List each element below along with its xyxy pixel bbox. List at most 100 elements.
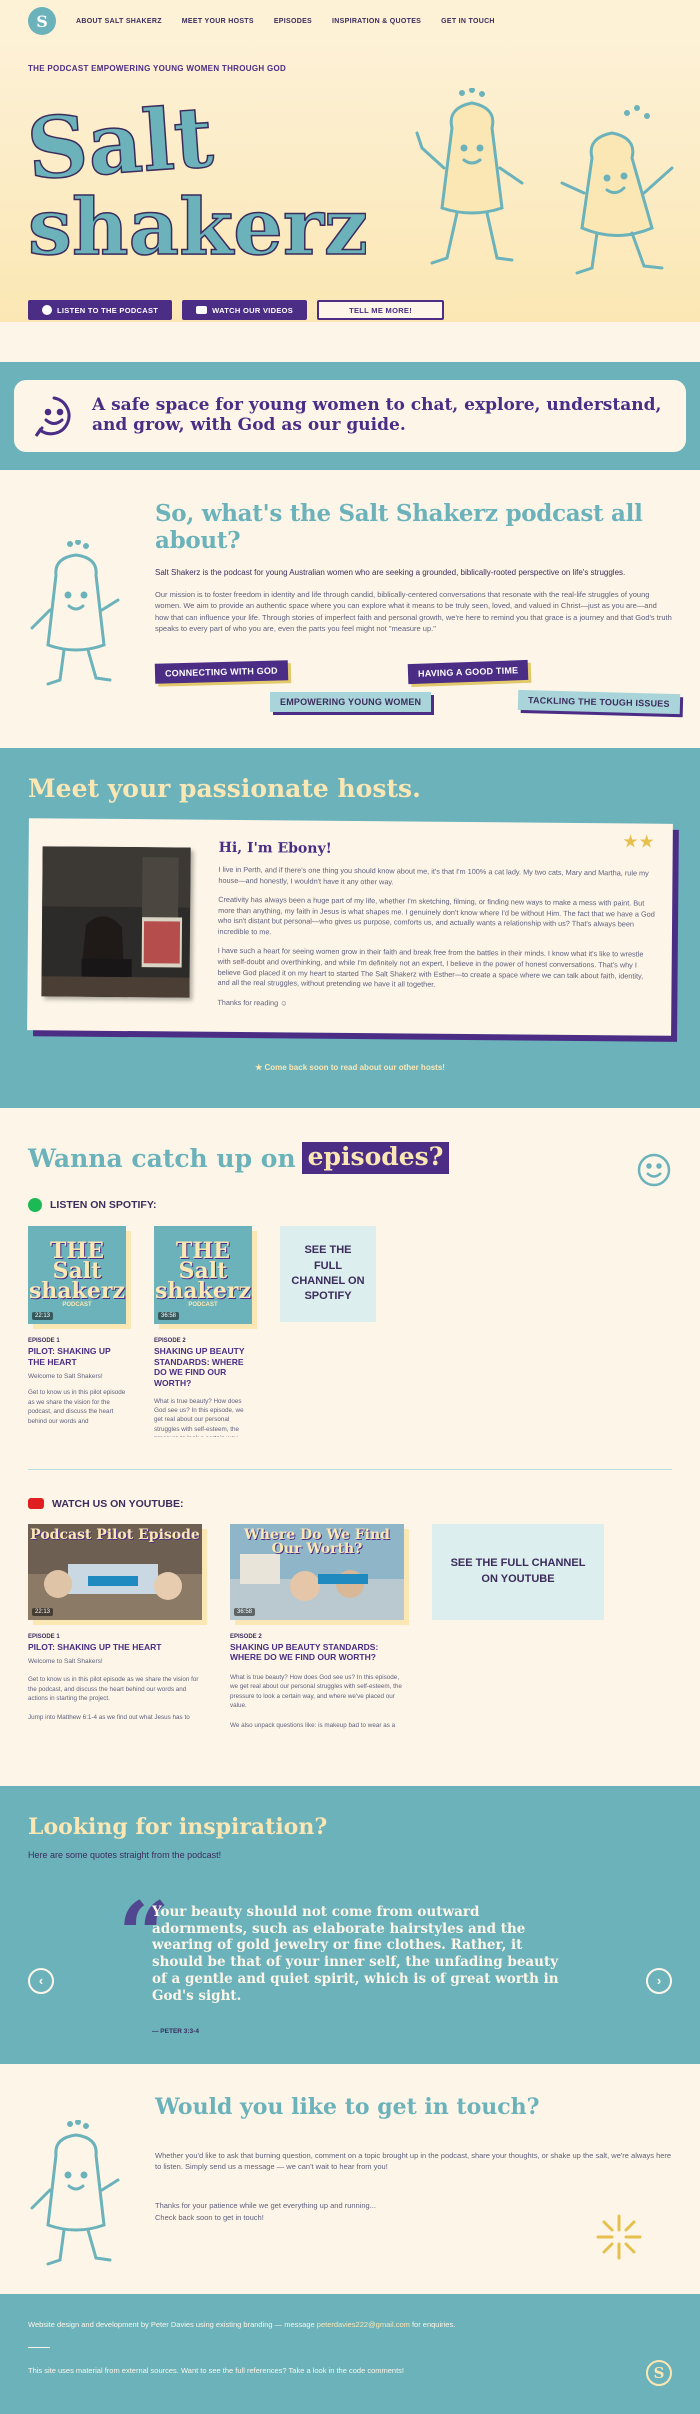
pill-tackling: TACKLING THE TOUGH ISSUES bbox=[517, 689, 680, 715]
spotify-heading: LISTEN ON SPOTIFY: bbox=[28, 1198, 672, 1212]
episode-welcome: Welcome to Salt Shakers! bbox=[28, 1373, 103, 1381]
see-full-youtube-button[interactable]: SEE THE FULL CHANNEL ON YOUTUBE bbox=[432, 1523, 604, 1620]
hosts-section: Meet your passionate hosts. ★★ Hi, I'm E… bbox=[0, 748, 700, 1108]
logo-icon[interactable]: S bbox=[28, 7, 56, 35]
episode-title[interactable]: SHAKING UP BEAUTY STANDARDS: WHERE DO WE… bbox=[230, 1642, 404, 1663]
spotify-episode[interactable]: THE Salt shakerz PODCAST 36:58 EPISODE 2… bbox=[154, 1226, 252, 1437]
video-duration: 22:13 bbox=[32, 1607, 54, 1616]
video-thumbnail[interactable]: Where Do We Find Our Worth? 36:58 bbox=[230, 1523, 404, 1620]
episode-title[interactable]: SHAKING UP BEAUTY STANDARDS: WHERE DO WE… bbox=[154, 1346, 252, 1389]
youtube-icon bbox=[28, 1498, 44, 1509]
youtube-episode[interactable]: Podcast Pilot Episode 22:13 EPISODE 1 PI… bbox=[28, 1523, 202, 1730]
youtube-heading: WATCH US ON YOUTUBE: bbox=[28, 1498, 672, 1510]
pill-connecting: CONNECTING WITH GOD bbox=[154, 660, 289, 684]
episodes-title-highlight: episodes? bbox=[301, 1142, 450, 1174]
quotes-section: Looking for inspiration? Here are some q… bbox=[0, 1785, 700, 2064]
episode-description: Get to know us in this pilot episode as … bbox=[28, 1676, 199, 1702]
mission-text: A safe space for young women to chat, ex… bbox=[92, 395, 662, 435]
episode-number: EPISODE 1 bbox=[28, 1633, 60, 1640]
episode-description-more: Jump into Matthew 6:1-4 as we find out w… bbox=[28, 1714, 190, 1722]
listen-button[interactable]: LISTEN TO THE PODCAST bbox=[28, 300, 173, 320]
episode-description-more: We also unpack questions like: is makeup… bbox=[230, 1721, 396, 1729]
contact-section: Would you like to get in touch? Whether … bbox=[0, 2064, 700, 2294]
host-card-ebony: ★★ Hi, I'm Ebony! I live in Perth, and i… bbox=[27, 818, 673, 1036]
hero: THE PODCAST EMPOWERING YOUNG WOMEN THROU… bbox=[0, 42, 700, 322]
hosts-title: Meet your passionate hosts. bbox=[28, 774, 421, 803]
pill-empowering: EMPOWERING YOUNG WOMEN bbox=[270, 692, 432, 712]
about-lead: Salt Shakerz is the podcast for young Au… bbox=[155, 568, 626, 577]
footer-email-link[interactable]: peterdavies222@gmail.com bbox=[317, 2320, 410, 2329]
hosts-coming-soon: ★ Come back soon to read about our other… bbox=[255, 1063, 445, 1072]
episodes-title: Wanna catch up on episodes? bbox=[28, 1142, 672, 1174]
quote-reference: — PETER 3:3-4 bbox=[152, 2027, 199, 2035]
quotes-title: Looking for inspiration? bbox=[28, 1813, 328, 1840]
episode-cover-art[interactable]: THE Salt shakerz PODCAST 36:58 bbox=[154, 1226, 252, 1324]
speech-smile-icon bbox=[34, 396, 71, 437]
episode-cover-art[interactable]: THE Salt shakerz PODCAST 22:13 bbox=[28, 1226, 126, 1324]
contact-check-back-line: Check back soon to get in touch! bbox=[155, 2212, 264, 2222]
video-thumbnail[interactable]: Podcast Pilot Episode 22:13 bbox=[28, 1523, 202, 1620]
cover-sub: PODCAST bbox=[188, 1301, 218, 1308]
host-paragraph-2: Creativity has always been a huge part o… bbox=[217, 895, 655, 937]
episode-description: What is true beauty? How does God see us… bbox=[154, 1397, 244, 1437]
episode-title[interactable]: PILOT: SHAKING UP THE HEART bbox=[28, 1346, 126, 1367]
youtube-icon bbox=[196, 306, 208, 314]
mission-card: A safe space for young women to chat, ex… bbox=[14, 380, 686, 452]
mission-strip: A safe space for young women to chat, ex… bbox=[0, 362, 700, 470]
about-title: So, what's the Salt Shakerz podcast all … bbox=[155, 500, 643, 554]
hero-buttons: LISTEN TO THE PODCAST WATCH OUR VIDEOS T… bbox=[28, 300, 445, 320]
quote-text: Your beauty should not come from outward… bbox=[152, 1903, 559, 2004]
host-photo bbox=[41, 846, 191, 998]
youtube-episode[interactable]: Where Do We Find Our Worth? 36:58 EPISOD… bbox=[230, 1523, 404, 1730]
nav-inspiration[interactable]: INSPIRATION & QUOTES bbox=[332, 18, 421, 25]
youtube-episode-list: Podcast Pilot Episode 22:13 EPISODE 1 PI… bbox=[28, 1523, 672, 1730]
cover-wordmark: THE Salt shakerz bbox=[29, 1238, 125, 1304]
video-duration: 36:58 bbox=[234, 1607, 256, 1616]
episode-title[interactable]: PILOT: SHAKING UP THE HEART bbox=[28, 1642, 202, 1653]
top-nav: S ABOUT SALT SHAKERZ MEET YOUR HOSTS EPI… bbox=[0, 0, 700, 42]
youtube-heading-label: WATCH US ON YOUTUBE: bbox=[52, 1497, 184, 1510]
hosts-coming-soon-text: Come back soon to read about our other h… bbox=[264, 1063, 445, 1072]
host-paragraph-3: I have such a heart for seeing women gro… bbox=[217, 946, 644, 989]
watch-button-label: WATCH OUR VIDEOS bbox=[212, 305, 294, 315]
episode-number: EPISODE 2 bbox=[154, 1338, 186, 1344]
wordmark-line2: shakerz bbox=[28, 182, 366, 266]
salt-shaker-illustration bbox=[30, 2119, 120, 2266]
nav-episodes[interactable]: EPISODES bbox=[274, 18, 312, 25]
salt-shakerz-wordmark: Salt shakerz bbox=[26, 96, 366, 266]
tell-me-more-button[interactable]: TELL ME MORE! bbox=[317, 300, 445, 320]
cover-wordmark: THE Salt shakerz bbox=[155, 1238, 251, 1304]
dancing-shakers-illustration bbox=[415, 88, 674, 275]
section-divider bbox=[28, 1468, 672, 1470]
cover-sub: PODCAST bbox=[62, 1301, 92, 1308]
spotify-episode[interactable]: THE Salt shakerz PODCAST 22:13 EPISODE 1… bbox=[28, 1226, 126, 1437]
spotify-episode-list: THE Salt shakerz PODCAST 22:13 EPISODE 1… bbox=[28, 1226, 672, 1437]
footer-credit-post: for enquiries. bbox=[409, 2319, 456, 2329]
see-full-spotify-button[interactable]: SEE THE FULL CHANNEL ON SPOTIFY bbox=[280, 1226, 376, 1322]
salt-shaker-illustration bbox=[30, 540, 120, 686]
sparkle-icon bbox=[596, 2214, 642, 2260]
nav-about[interactable]: ABOUT SALT SHAKERZ bbox=[76, 18, 162, 25]
footer-rule bbox=[28, 2346, 50, 2349]
listen-button-label: LISTEN TO THE PODCAST bbox=[57, 305, 159, 315]
episode-description: What is true beauty? How does God see us… bbox=[230, 1673, 402, 1710]
footer-credit-pre: Website design and development by Peter … bbox=[28, 2319, 317, 2329]
prev-quote-button[interactable]: ‹ bbox=[28, 1967, 54, 1994]
page: S ABOUT SALT SHAKERZ MEET YOUR HOSTS EPI… bbox=[0, 0, 700, 2414]
episode-number: EPISODE 2 bbox=[230, 1633, 262, 1640]
footer-note: This site uses material from external so… bbox=[28, 2366, 405, 2376]
footer-logo-icon[interactable]: S bbox=[646, 2359, 672, 2386]
watch-button[interactable]: WATCH OUR VIDEOS bbox=[182, 300, 308, 320]
nav-contact[interactable]: GET IN TOUCH bbox=[441, 18, 495, 25]
smiley-icon bbox=[637, 1153, 671, 1187]
next-quote-button[interactable]: › bbox=[646, 1967, 672, 1994]
host-greeting: Hi, I'm Ebony! bbox=[218, 839, 332, 857]
episode-description: Get to know us in this pilot episode as … bbox=[28, 1389, 126, 1425]
episodes-section: Wanna catch up on episodes? LISTEN ON SP… bbox=[0, 1108, 700, 1752]
episode-welcome: Welcome to Salt Shakers! bbox=[28, 1658, 103, 1666]
footer: Website design and development by Peter … bbox=[0, 2293, 700, 2414]
nav-hosts[interactable]: MEET YOUR HOSTS bbox=[182, 18, 254, 25]
episode-number: EPISODE 1 bbox=[28, 1338, 60, 1344]
contact-patience-line: Thanks for your patience while we get ev… bbox=[155, 2201, 376, 2211]
host-paragraph-1: I live in Perth, and if there's one thin… bbox=[218, 864, 649, 886]
